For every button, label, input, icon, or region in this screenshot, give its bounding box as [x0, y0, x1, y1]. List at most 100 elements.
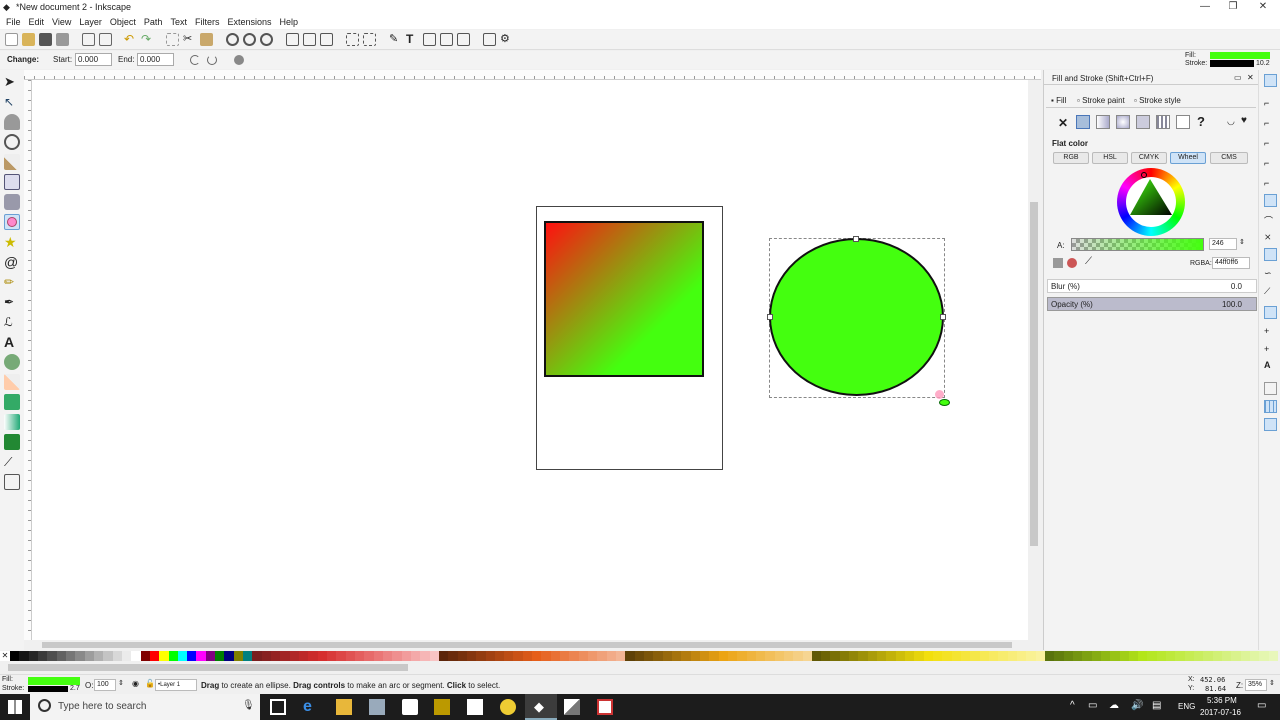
- zoom-input[interactable]: 35%: [1245, 679, 1267, 691]
- palette-swatch[interactable]: [1184, 651, 1195, 661]
- palette-swatch[interactable]: [821, 651, 831, 661]
- menu-object[interactable]: Object: [106, 15, 140, 29]
- unset-paint-button[interactable]: ?: [1197, 114, 1205, 129]
- calligraphy-tool-icon[interactable]: ℒ: [4, 314, 20, 330]
- palette-swatch[interactable]: [392, 651, 403, 661]
- 3d-box-tool-icon[interactable]: [4, 194, 20, 210]
- palette-swatch[interactable]: [616, 651, 626, 661]
- palette-swatch[interactable]: [886, 651, 897, 661]
- palette-swatch[interactable]: [550, 651, 561, 661]
- mode-cmyk-button[interactable]: CMYK: [1131, 152, 1167, 164]
- zoom-page-icon[interactable]: [260, 33, 273, 46]
- palette-swatch[interactable]: [914, 651, 925, 661]
- layer-visibility-icon[interactable]: ◉: [132, 679, 139, 688]
- show-hidden-icons-icon[interactable]: ^: [1070, 700, 1075, 711]
- eraser-tool-icon[interactable]: [4, 374, 20, 390]
- palette-swatch[interactable]: [243, 651, 253, 661]
- palette-swatch[interactable]: [466, 651, 477, 661]
- fill-swatch[interactable]: [1210, 52, 1270, 59]
- snap-nodes-icon[interactable]: [1264, 194, 1277, 207]
- duplicate-icon[interactable]: [286, 33, 299, 46]
- snap-page-border-icon[interactable]: [1264, 382, 1277, 395]
- palette-swatch[interactable]: [625, 651, 636, 661]
- palette-swatch[interactable]: [849, 651, 859, 661]
- palette-swatch[interactable]: [839, 651, 850, 661]
- horizontal-scrollbar[interactable]: [32, 640, 1028, 650]
- palette-swatch[interactable]: [1035, 651, 1046, 661]
- ungroup-icon[interactable]: [363, 33, 376, 46]
- mail-icon[interactable]: [467, 699, 483, 715]
- layers-icon[interactable]: [457, 33, 470, 46]
- tweak-tool-icon[interactable]: [4, 114, 20, 130]
- vertical-ruler[interactable]: [24, 80, 32, 640]
- document-properties-icon[interactable]: [483, 33, 496, 46]
- palette-swatch[interactable]: [653, 651, 664, 661]
- layer-selector[interactable]: •Layer 1: [155, 679, 197, 691]
- palette-swatch[interactable]: [681, 651, 692, 661]
- linear-gradient-button[interactable]: [1096, 115, 1110, 129]
- flat-color-button[interactable]: [1076, 115, 1090, 129]
- gradient-square[interactable]: [544, 221, 704, 377]
- zoom-selection-icon[interactable]: [226, 33, 239, 46]
- action-center-icon[interactable]: ▤: [1152, 700, 1161, 711]
- alpha-input[interactable]: 246: [1209, 238, 1237, 250]
- alpha-spin-icon[interactable]: ⇕: [1239, 238, 1245, 246]
- palette-swatch[interactable]: [1026, 651, 1037, 661]
- pattern-button[interactable]: [1156, 115, 1170, 129]
- snap-smooth-nodes-icon[interactable]: ∽: [1264, 268, 1277, 281]
- palette-swatch[interactable]: [1128, 651, 1139, 661]
- snap-rotation-center-icon[interactable]: +: [1264, 344, 1277, 357]
- make-arc-icon[interactable]: [207, 55, 217, 65]
- palette-swatch[interactable]: [1222, 651, 1232, 661]
- preferences-icon[interactable]: ⚙: [500, 33, 513, 46]
- palette-swatch[interactable]: [522, 651, 533, 661]
- app-icon-2[interactable]: [434, 699, 450, 715]
- palette-swatch[interactable]: [205, 651, 216, 661]
- node-tool-icon[interactable]: ↖: [4, 94, 20, 110]
- horizontal-scroll-thumb[interactable]: [42, 642, 1012, 648]
- task-view-icon[interactable]: [270, 699, 286, 715]
- palette-swatch[interactable]: [75, 651, 86, 661]
- open-file-icon[interactable]: [22, 33, 35, 46]
- status-stroke-swatch[interactable]: [28, 686, 68, 692]
- palette-swatch[interactable]: [438, 651, 449, 661]
- store-icon[interactable]: [402, 699, 418, 715]
- snap-bbox-midpoint-icon[interactable]: ⌐: [1264, 158, 1277, 171]
- snap-bbox-icon[interactable]: ⌐: [1264, 98, 1277, 111]
- palette-swatch[interactable]: [1072, 651, 1083, 661]
- palette-swatch[interactable]: [877, 651, 887, 661]
- palette-swatch[interactable]: [494, 651, 505, 661]
- palette-swatch[interactable]: [1007, 651, 1018, 661]
- menu-text[interactable]: Text: [166, 15, 191, 29]
- palette-scroll-thumb[interactable]: [8, 664, 408, 671]
- palette-swatch[interactable]: [979, 651, 990, 661]
- palette-swatch[interactable]: [933, 651, 943, 661]
- radial-gradient-button[interactable]: [1116, 115, 1130, 129]
- palette-swatch[interactable]: [149, 651, 160, 661]
- edge-browser-icon[interactable]: e: [303, 699, 319, 715]
- start-input[interactable]: 0.000: [75, 53, 112, 66]
- palette-swatch[interactable]: [1138, 651, 1148, 661]
- star-tool-icon[interactable]: ★: [4, 234, 20, 250]
- blur-slider[interactable]: Blur (%) 0.0: [1047, 279, 1257, 293]
- palette-swatch[interactable]: [1156, 651, 1167, 661]
- palette-swatch[interactable]: [998, 651, 1009, 661]
- palette-swatch[interactable]: [19, 651, 30, 661]
- end-input[interactable]: 0.000: [137, 53, 174, 66]
- group-icon[interactable]: [346, 33, 359, 46]
- palette-swatch[interactable]: [970, 651, 981, 661]
- palette-swatch[interactable]: [1100, 651, 1111, 661]
- fill-rule-evenodd-icon[interactable]: ◡: [1227, 116, 1235, 127]
- app-icon-1[interactable]: [369, 699, 385, 715]
- close-button[interactable]: ✕: [1248, 0, 1278, 15]
- palette-swatch[interactable]: [746, 651, 757, 661]
- palette-swatch[interactable]: [410, 651, 421, 661]
- xml-editor-icon[interactable]: [423, 33, 436, 46]
- palette-swatch[interactable]: [793, 651, 803, 661]
- palette-swatch[interactable]: [457, 651, 468, 661]
- vertical-scroll-thumb[interactable]: [1030, 202, 1038, 546]
- palette-swatch[interactable]: [401, 651, 412, 661]
- menu-help[interactable]: Help: [275, 15, 302, 29]
- opacity-slider[interactable]: Opacity (%) 100.0: [1047, 297, 1257, 311]
- palette-swatch[interactable]: [47, 651, 58, 661]
